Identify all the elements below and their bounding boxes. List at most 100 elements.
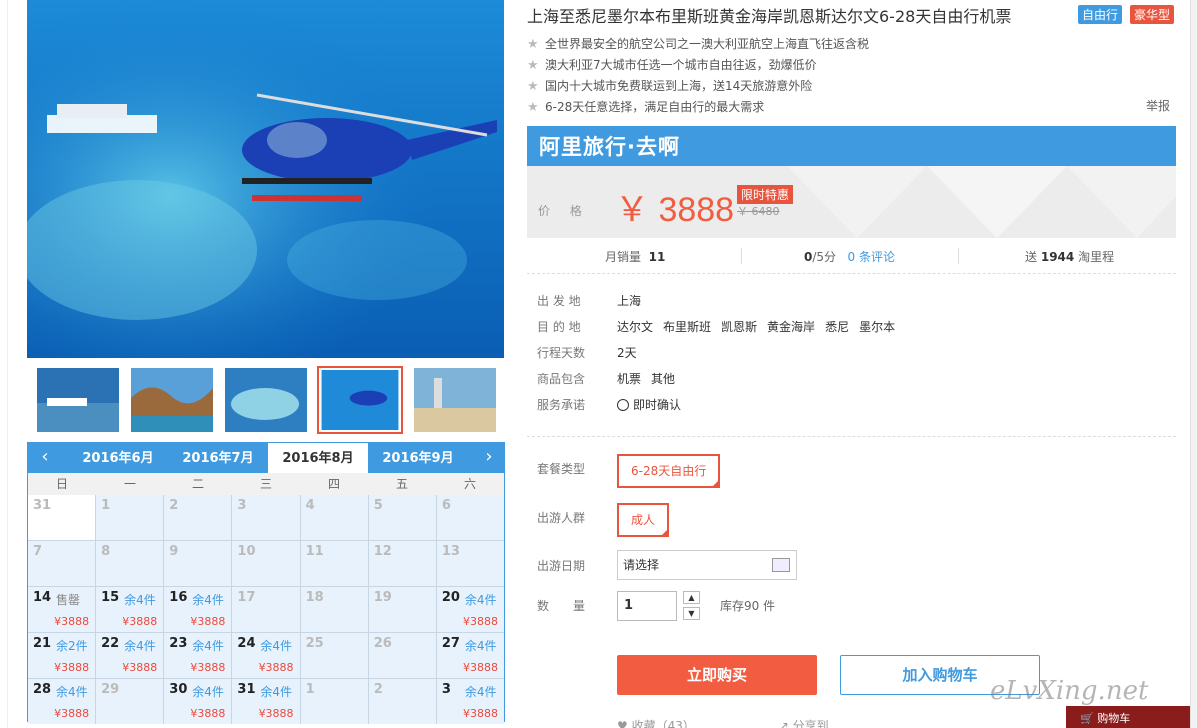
calendar-day-cell[interactable]: 28 余4件 ¥3888 bbox=[28, 679, 96, 724]
date-price-calendar: ‹ 2016年6月 2016年7月 2016年8月 2016年9月 › 日 一 … bbox=[27, 442, 505, 724]
brand-name: 阿里旅行·去啊 bbox=[539, 135, 680, 159]
departure-city: 上海 bbox=[617, 294, 642, 308]
day-price: ¥3888 bbox=[54, 707, 90, 720]
feature-list: ★ 全世界最安全的航空公司之一澳大利亚航空上海直飞往返含税 ★ 澳大利亚7大城市任选… bbox=[527, 34, 1172, 118]
tab-month-jul[interactable]: 2016年7月 bbox=[168, 443, 268, 473]
calendar-icon[interactable] bbox=[772, 558, 790, 572]
destination-city: 达尔文 bbox=[617, 320, 654, 334]
calendar-day-cell[interactable]: 24 余4件 ¥3888 bbox=[232, 633, 300, 678]
weekday-label: 二 bbox=[191, 477, 204, 491]
calendar-day-cell: 8 bbox=[96, 541, 164, 586]
star-icon: ★ bbox=[527, 79, 539, 94]
product-title: 上海至悉尼墨尔本布里斯班黄金海岸凯恩斯达尔文6-28天自由行机票 bbox=[527, 7, 1012, 26]
thumbnail-1[interactable] bbox=[37, 368, 119, 432]
mini-cart-label: 购物车 bbox=[1097, 712, 1131, 725]
day-number: 3 bbox=[237, 498, 247, 513]
calendar-day-cell: 5 bbox=[368, 495, 436, 540]
weekday-label: 六 bbox=[463, 477, 476, 491]
tag-free-travel: 自由行 bbox=[1078, 5, 1123, 24]
weekday-label: 一 bbox=[123, 477, 136, 491]
include-item: 其他 bbox=[651, 372, 676, 386]
include-item: 机票 bbox=[617, 372, 642, 386]
group-option-adult[interactable]: 成人 bbox=[617, 503, 670, 537]
buy-now-button[interactable]: 立即购买 bbox=[617, 655, 817, 695]
tab-month-sep[interactable]: 2016年9月 bbox=[368, 443, 468, 473]
package-option-selected[interactable]: 6-28天自由行 bbox=[617, 454, 721, 488]
star-icon: ★ bbox=[527, 37, 539, 52]
share-label: 分享到 bbox=[792, 719, 829, 728]
date-picker-input[interactable]: 请选择 bbox=[617, 550, 797, 580]
reviews-link[interactable]: 0 条评论 bbox=[848, 250, 895, 264]
sales-value: 11 bbox=[648, 250, 666, 264]
tab-month-aug[interactable]: 2016年8月 bbox=[268, 443, 368, 473]
info-key: 服务承诺 bbox=[537, 398, 586, 412]
main-product-photo bbox=[27, 0, 504, 358]
info-value: 上海 bbox=[617, 290, 651, 312]
calendar-day-cell[interactable]: 20 余4件 ¥3888 bbox=[436, 587, 504, 632]
quantity-input[interactable]: 1 bbox=[617, 591, 677, 621]
report-link[interactable]: 举报 bbox=[1146, 97, 1170, 114]
day-number: 16 bbox=[169, 590, 188, 605]
feature-item: ★ 澳大利亚7大城市任选一个城市自由往返，劲爆低价 bbox=[527, 55, 1172, 76]
day-stock: 余2件 bbox=[56, 639, 88, 653]
calendar-grid: 31 1 2 3 4 5 6 7 8 9 10 11 12 13 14 售罄 ¥3888 15 余4件 ¥3888 16… bbox=[28, 495, 504, 724]
calendar-day-cell[interactable]: 23 余4件 ¥3888 bbox=[164, 633, 232, 678]
calendar-day-cell: 18 bbox=[300, 587, 368, 632]
date-label: 出游日期 bbox=[537, 559, 586, 573]
thumbnail-5[interactable] bbox=[414, 368, 496, 432]
calendar-day-cell[interactable]: 3 余4件 ¥3888 bbox=[436, 679, 504, 724]
quantity-up-icon[interactable]: ▲ bbox=[683, 591, 700, 604]
day-stock: 余4件 bbox=[464, 593, 497, 607]
thumbnail-4-selected[interactable] bbox=[317, 366, 403, 434]
day-number: 25 bbox=[305, 636, 324, 651]
calendar-day-cell[interactable]: 31 余4件 ¥3888 bbox=[232, 679, 300, 724]
thumbnail-2[interactable] bbox=[131, 368, 213, 432]
star-icon: ★ bbox=[527, 58, 539, 73]
favorite-link[interactable]: ♥ 收藏（43） bbox=[617, 719, 735, 728]
calendar-day-cell[interactable]: 15 余4件 ¥3888 bbox=[96, 587, 164, 632]
quantity-down-icon[interactable]: ▼ bbox=[683, 607, 700, 620]
day-stock: 售罄 bbox=[56, 593, 81, 607]
day-price: ¥3888 bbox=[258, 707, 294, 720]
day-number: 5 bbox=[373, 498, 383, 513]
calendar-day-cell[interactable]: 27 余4件 ¥3888 bbox=[436, 633, 504, 678]
calendar-header: ‹ 2016年6月 2016年7月 2016年8月 2016年9月 › bbox=[28, 443, 504, 473]
thumbnail-3[interactable] bbox=[225, 368, 307, 432]
calendar-day-cell: 12 bbox=[368, 541, 436, 586]
prev-month-icon[interactable]: ‹ bbox=[32, 446, 58, 467]
share-link[interactable]: ↗ 分享到 bbox=[779, 719, 869, 728]
day-price: ¥3888 bbox=[54, 661, 90, 674]
bottom-links: ♥ 收藏（43） ↗ 分享到 bbox=[617, 717, 909, 728]
package-label: 套餐类型 bbox=[537, 462, 586, 476]
section-divider bbox=[527, 436, 1176, 437]
day-stock: 余4件 bbox=[464, 639, 497, 653]
calendar-day-cell: 25 bbox=[300, 633, 368, 678]
calendar-day-cell: 2 bbox=[164, 495, 232, 540]
price-label: 价 格 bbox=[538, 204, 590, 218]
next-month-icon[interactable]: › bbox=[476, 446, 502, 467]
day-number: 31 bbox=[33, 498, 52, 513]
stock-count: 库存90 件 bbox=[720, 599, 776, 613]
day-price: ¥3888 bbox=[190, 615, 226, 628]
calendar-day-cell[interactable]: 30 余4件 ¥3888 bbox=[164, 679, 232, 724]
day-number: 24 bbox=[237, 636, 256, 651]
day-price: ¥3888 bbox=[190, 661, 226, 674]
calendar-day-cell: 11 bbox=[300, 541, 368, 586]
calendar-day-cell[interactable]: 14 售罄 ¥3888 bbox=[28, 587, 96, 632]
day-number: 3 bbox=[441, 682, 451, 697]
info-key: 出 发 地 bbox=[537, 294, 581, 308]
calendar-day-cell[interactable]: 22 余4件 ¥3888 bbox=[96, 633, 164, 678]
calendar-day-cell: 17 bbox=[232, 587, 300, 632]
tag-luxury: 豪华型 bbox=[1130, 5, 1175, 24]
calendar-day-cell[interactable]: 21 余2件 ¥3888 bbox=[28, 633, 96, 678]
day-stock: 余4件 bbox=[192, 685, 224, 699]
calendar-day-cell[interactable]: 16 余4件 ¥3888 bbox=[164, 587, 232, 632]
page-scrollbar[interactable] bbox=[1190, 0, 1197, 728]
group-label: 出游人群 bbox=[537, 511, 586, 525]
mini-cart[interactable]: 🛒 购物车 bbox=[1066, 706, 1197, 728]
day-stock: 余4件 bbox=[192, 593, 224, 607]
tab-month-jun[interactable]: 2016年6月 bbox=[68, 443, 168, 473]
day-number: 17 bbox=[237, 590, 256, 605]
day-price: ¥3888 bbox=[122, 661, 158, 674]
day-number: 9 bbox=[169, 544, 179, 559]
